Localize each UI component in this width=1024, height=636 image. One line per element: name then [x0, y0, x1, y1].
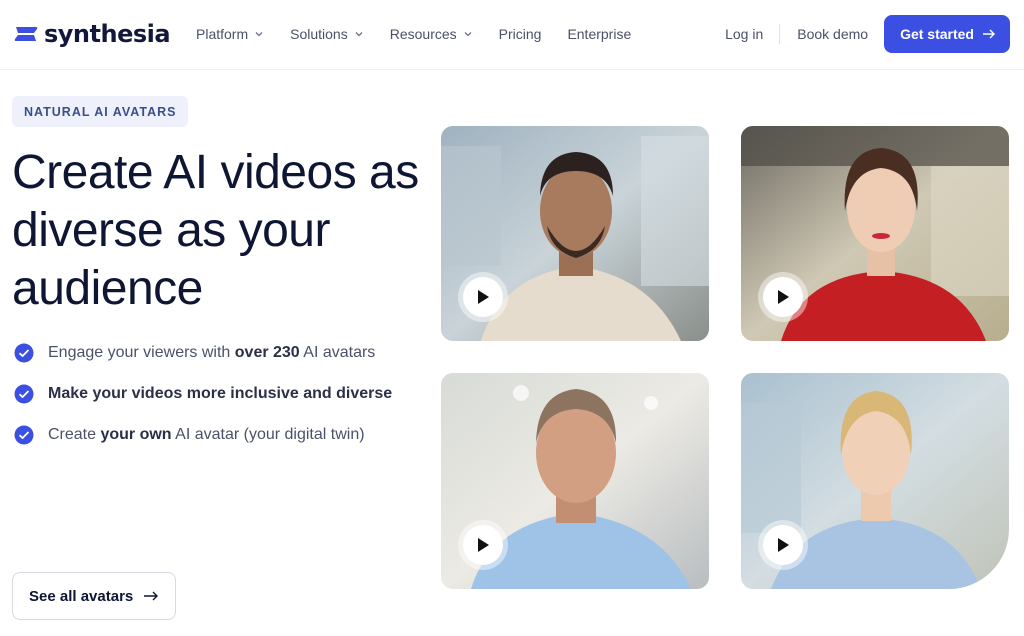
see-all-label: See all avatars: [29, 587, 134, 605]
nav-label: Resources: [389, 26, 457, 42]
hero-headline: Create AI videos as diverse as your audi…: [12, 146, 419, 315]
book-demo-link[interactable]: Book demo: [797, 26, 868, 42]
check-circle-icon: [14, 384, 34, 404]
get-started-label: Get started: [900, 26, 974, 42]
chevron-down-icon: [355, 32, 363, 37]
play-button[interactable]: [758, 520, 808, 570]
feature-item: Create your own AI avatar (your digital …: [14, 422, 394, 447]
nav-links: Platform Solutions Resources Pricing Ent…: [196, 26, 657, 42]
avatar-video-2[interactable]: [741, 126, 1009, 341]
play-icon: [778, 290, 789, 304]
nav-label: Pricing: [498, 26, 542, 42]
nav-enterprise[interactable]: Enterprise: [567, 26, 631, 42]
chevron-down-icon: [255, 32, 263, 37]
play-icon: [778, 538, 789, 552]
play-icon: [478, 538, 489, 552]
nav-label: Platform: [196, 26, 249, 42]
brand-logo[interactable]: synthesia: [12, 20, 171, 48]
play-icon: [478, 290, 489, 304]
feature-text: Engage your viewers with over 230 AI ava…: [48, 344, 376, 361]
avatar-video-3[interactable]: [441, 373, 709, 589]
avatar-video-1[interactable]: [441, 126, 709, 341]
nav-platform[interactable]: Platform: [196, 26, 264, 42]
avatar-video-4[interactable]: [741, 373, 1009, 589]
play-button[interactable]: [458, 272, 508, 322]
nav-label: Enterprise: [567, 26, 632, 42]
feature-text: Make your videos more inclusive and dive…: [48, 385, 393, 402]
nav-actions: Log in Book demo Get started: [725, 15, 1010, 53]
get-started-button[interactable]: Get started: [884, 15, 1010, 53]
play-button[interactable]: [458, 520, 508, 570]
feature-list: Engage your viewers with over 230 AI ava…: [14, 340, 394, 463]
nav-label: Solutions: [290, 26, 348, 42]
nav-resources[interactable]: Resources: [390, 26, 473, 42]
feature-item: Make your videos more inclusive and dive…: [14, 381, 394, 406]
feature-text: Create your own AI avatar (your digital …: [48, 426, 365, 443]
top-nav: synthesia Platform Solutions Resources P…: [0, 0, 1024, 70]
nav-pricing[interactable]: Pricing: [499, 26, 542, 42]
synthesia-logo-icon: [12, 22, 40, 46]
play-button[interactable]: [758, 272, 808, 322]
chevron-down-icon: [464, 32, 472, 37]
check-circle-icon: [14, 343, 34, 363]
nav-solutions[interactable]: Solutions: [290, 26, 364, 42]
check-circle-icon: [14, 425, 34, 445]
arrow-right-icon: [983, 29, 995, 39]
login-link[interactable]: Log in: [725, 24, 781, 44]
section-badge: NATURAL AI AVATARS: [12, 96, 189, 127]
brand-name: synthesia: [44, 20, 171, 48]
see-all-avatars-button[interactable]: See all avatars: [12, 572, 177, 620]
arrow-right-icon: [144, 591, 159, 601]
feature-item: Engage your viewers with over 230 AI ava…: [14, 340, 394, 365]
